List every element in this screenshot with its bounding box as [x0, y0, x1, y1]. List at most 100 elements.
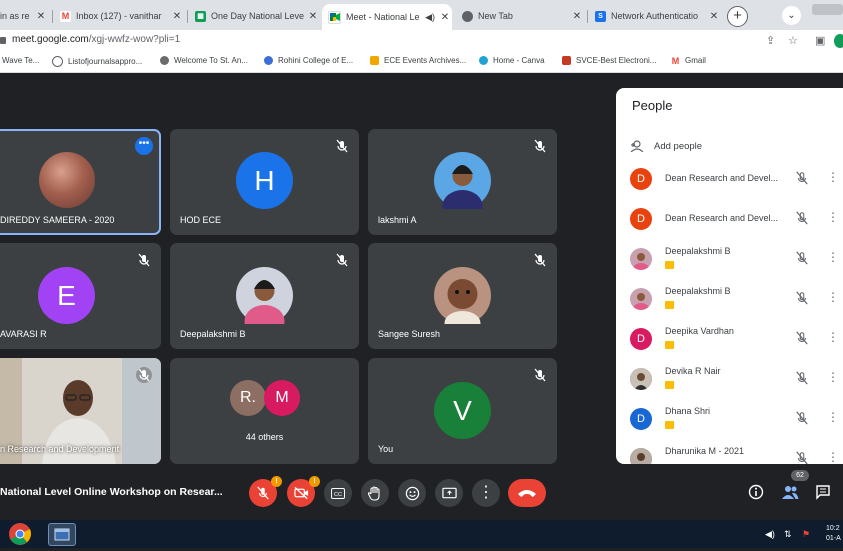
meeting-info-button[interactable]	[748, 484, 764, 505]
participant-tile[interactable]: ••• DIREDDY SAMEERA - 2020	[0, 129, 161, 235]
people-list-item[interactable]: Dharunika M - 2021 ⋮	[630, 440, 843, 464]
more-options-icon[interactable]: ⋮	[827, 330, 839, 344]
bookmark-item[interactable]: Rohini College of E...	[264, 56, 353, 65]
tab-0[interactable]: in as re ✕	[0, 4, 48, 28]
bookmark-item[interactable]: Welcome To St. An...	[160, 56, 248, 65]
people-list-item[interactable]: D Deepika Vardhan ⋮	[630, 320, 843, 360]
close-tab-icon[interactable]: ✕	[707, 11, 721, 22]
more-options-icon[interactable]: ⋮	[827, 170, 839, 184]
leave-call-button[interactable]	[508, 479, 546, 507]
present-screen-button[interactable]	[435, 479, 463, 507]
gmail-icon: M	[671, 55, 680, 66]
tab-search-chevron-icon[interactable]: ⌄	[782, 6, 801, 25]
mic-off-icon[interactable]	[795, 451, 809, 464]
tab-1[interactable]: M Inbox (127) - vanithar ✕	[54, 4, 184, 28]
people-icon	[782, 486, 799, 499]
presenter-badge-icon	[665, 341, 674, 349]
people-list-item[interactable]: D Dhana Shri ⋮	[630, 400, 843, 440]
tab-3[interactable]: Meet - National Le ◀︎) ✕	[322, 4, 452, 30]
mic-off-icon[interactable]	[795, 171, 809, 185]
system-clock[interactable]: 10:2 01-A	[826, 524, 841, 544]
more-options-icon[interactable]: ⋮	[827, 410, 839, 424]
chat-button[interactable]	[815, 484, 831, 505]
more-options-icon[interactable]: ⋮	[827, 290, 839, 304]
mic-off-icon[interactable]	[795, 371, 809, 385]
network-icon[interactable]: ⇅	[784, 529, 792, 540]
participant-name: Dean Research and Devel...	[665, 173, 779, 183]
reactions-button[interactable]	[398, 479, 426, 507]
bookmark-item[interactable]: SVCE-Best Electroni...	[562, 56, 656, 65]
participant-tile[interactable]: E AVARASI R	[0, 243, 161, 349]
participant-video-tile[interactable]: n Research and Development	[0, 358, 161, 464]
bookmark-item[interactable]: Home - Canva	[479, 56, 545, 65]
action-center-flag-icon[interactable]: ⚑	[802, 529, 810, 540]
url-field[interactable]: meet.google.com/xgj-wwfz-wow?pli=1	[12, 34, 180, 45]
taskbar-app-button[interactable]	[48, 523, 76, 546]
microphone-toggle-button[interactable]: !	[249, 476, 282, 507]
captions-button[interactable]: CC	[324, 479, 352, 507]
participant-name: Sangee Suresh	[378, 329, 441, 339]
tab-2[interactable]: ▦ One Day National Leve ✕	[189, 4, 320, 28]
bookmark-item[interactable]: M Gmail	[671, 55, 706, 66]
more-options-icon[interactable]: •••	[135, 137, 153, 155]
svce-icon	[562, 56, 571, 65]
add-person-icon	[630, 140, 644, 152]
participant-tile[interactable]: lakshmi A	[368, 129, 557, 235]
participant-name: Deepalakshmi B	[665, 246, 731, 256]
window-controls[interactable]	[812, 4, 843, 15]
participant-name: lakshmi A	[378, 215, 417, 225]
people-list-item[interactable]: Deepalakshmi B ⋮	[630, 240, 843, 280]
hang-up-icon	[518, 490, 536, 497]
participant-photo-avatar	[630, 248, 652, 270]
mic-off-icon	[534, 253, 546, 267]
new-tab-button[interactable]: +	[727, 6, 748, 27]
people-button[interactable]	[781, 484, 799, 505]
people-list-item[interactable]: Deepalakshmi B ⋮	[630, 280, 843, 320]
participant-name: n Research and Development	[0, 444, 120, 454]
mic-off-icon[interactable]	[795, 411, 809, 425]
start-button[interactable]	[8, 522, 32, 546]
mic-off-icon	[257, 486, 269, 500]
people-list-item[interactable]: Devika R Nair ⋮	[630, 360, 843, 400]
people-list-item[interactable]: D Dean Research and Devel... ⋮	[630, 160, 843, 200]
mic-off-icon[interactable]	[795, 291, 809, 305]
others-tile[interactable]: R. M 44 others	[170, 358, 359, 464]
close-tab-icon[interactable]: ✕	[34, 11, 48, 22]
mic-off-icon[interactable]	[795, 251, 809, 265]
tab-5[interactable]: S Network Authenticatio ✕	[589, 4, 721, 28]
bookmark-item[interactable]: Wave Te...	[2, 56, 39, 65]
more-options-icon[interactable]: ⋮	[827, 210, 839, 224]
bookmark-label: Wave Te...	[2, 56, 40, 65]
speaker-icon[interactable]: ◀︎)	[425, 12, 435, 23]
close-tab-icon[interactable]: ✕	[438, 12, 452, 23]
close-tab-icon[interactable]: ✕	[570, 11, 584, 22]
add-people-button[interactable]: Add people	[630, 140, 702, 152]
bookmark-star-icon[interactable]: ☆	[788, 34, 798, 47]
raise-hand-button[interactable]	[361, 479, 389, 507]
participant-name: Deepalakshmi B	[665, 286, 731, 296]
self-tile[interactable]: V You	[368, 358, 557, 464]
people-list-item[interactable]: D Dean Research and Devel... ⋮	[630, 200, 843, 240]
participant-tile[interactable]: Deepalakshmi B	[170, 243, 359, 349]
side-panel-icon[interactable]: ▣	[815, 34, 825, 47]
more-options-icon[interactable]: ⋮	[827, 370, 839, 384]
mic-off-icon[interactable]	[795, 331, 809, 345]
camera-toggle-button[interactable]: !	[287, 476, 320, 507]
mic-off-icon[interactable]	[795, 211, 809, 225]
share-icon[interactable]: ⇪	[766, 34, 775, 47]
bookmark-item[interactable]: Listofjournalsappro...	[52, 56, 142, 67]
bookmark-item[interactable]: ECE Events Archives...	[370, 56, 466, 65]
more-options-button[interactable]: ⋮	[472, 479, 500, 507]
volume-icon[interactable]: ◀︎)	[765, 529, 775, 540]
chrome-icon	[462, 10, 473, 22]
close-tab-icon[interactable]: ✕	[306, 11, 320, 22]
participant-tile[interactable]: H HOD ECE	[170, 129, 359, 235]
participant-tile[interactable]: Sangee Suresh	[368, 243, 557, 349]
more-options-icon[interactable]: ⋮	[827, 450, 839, 464]
profile-avatar[interactable]	[834, 34, 843, 48]
more-options-icon[interactable]: ⋮	[827, 250, 839, 264]
presenter-badge-icon	[665, 421, 674, 429]
tab-4[interactable]: New Tab ✕	[456, 4, 584, 28]
mic-off-icon	[138, 253, 150, 267]
close-tab-icon[interactable]: ✕	[170, 11, 184, 22]
